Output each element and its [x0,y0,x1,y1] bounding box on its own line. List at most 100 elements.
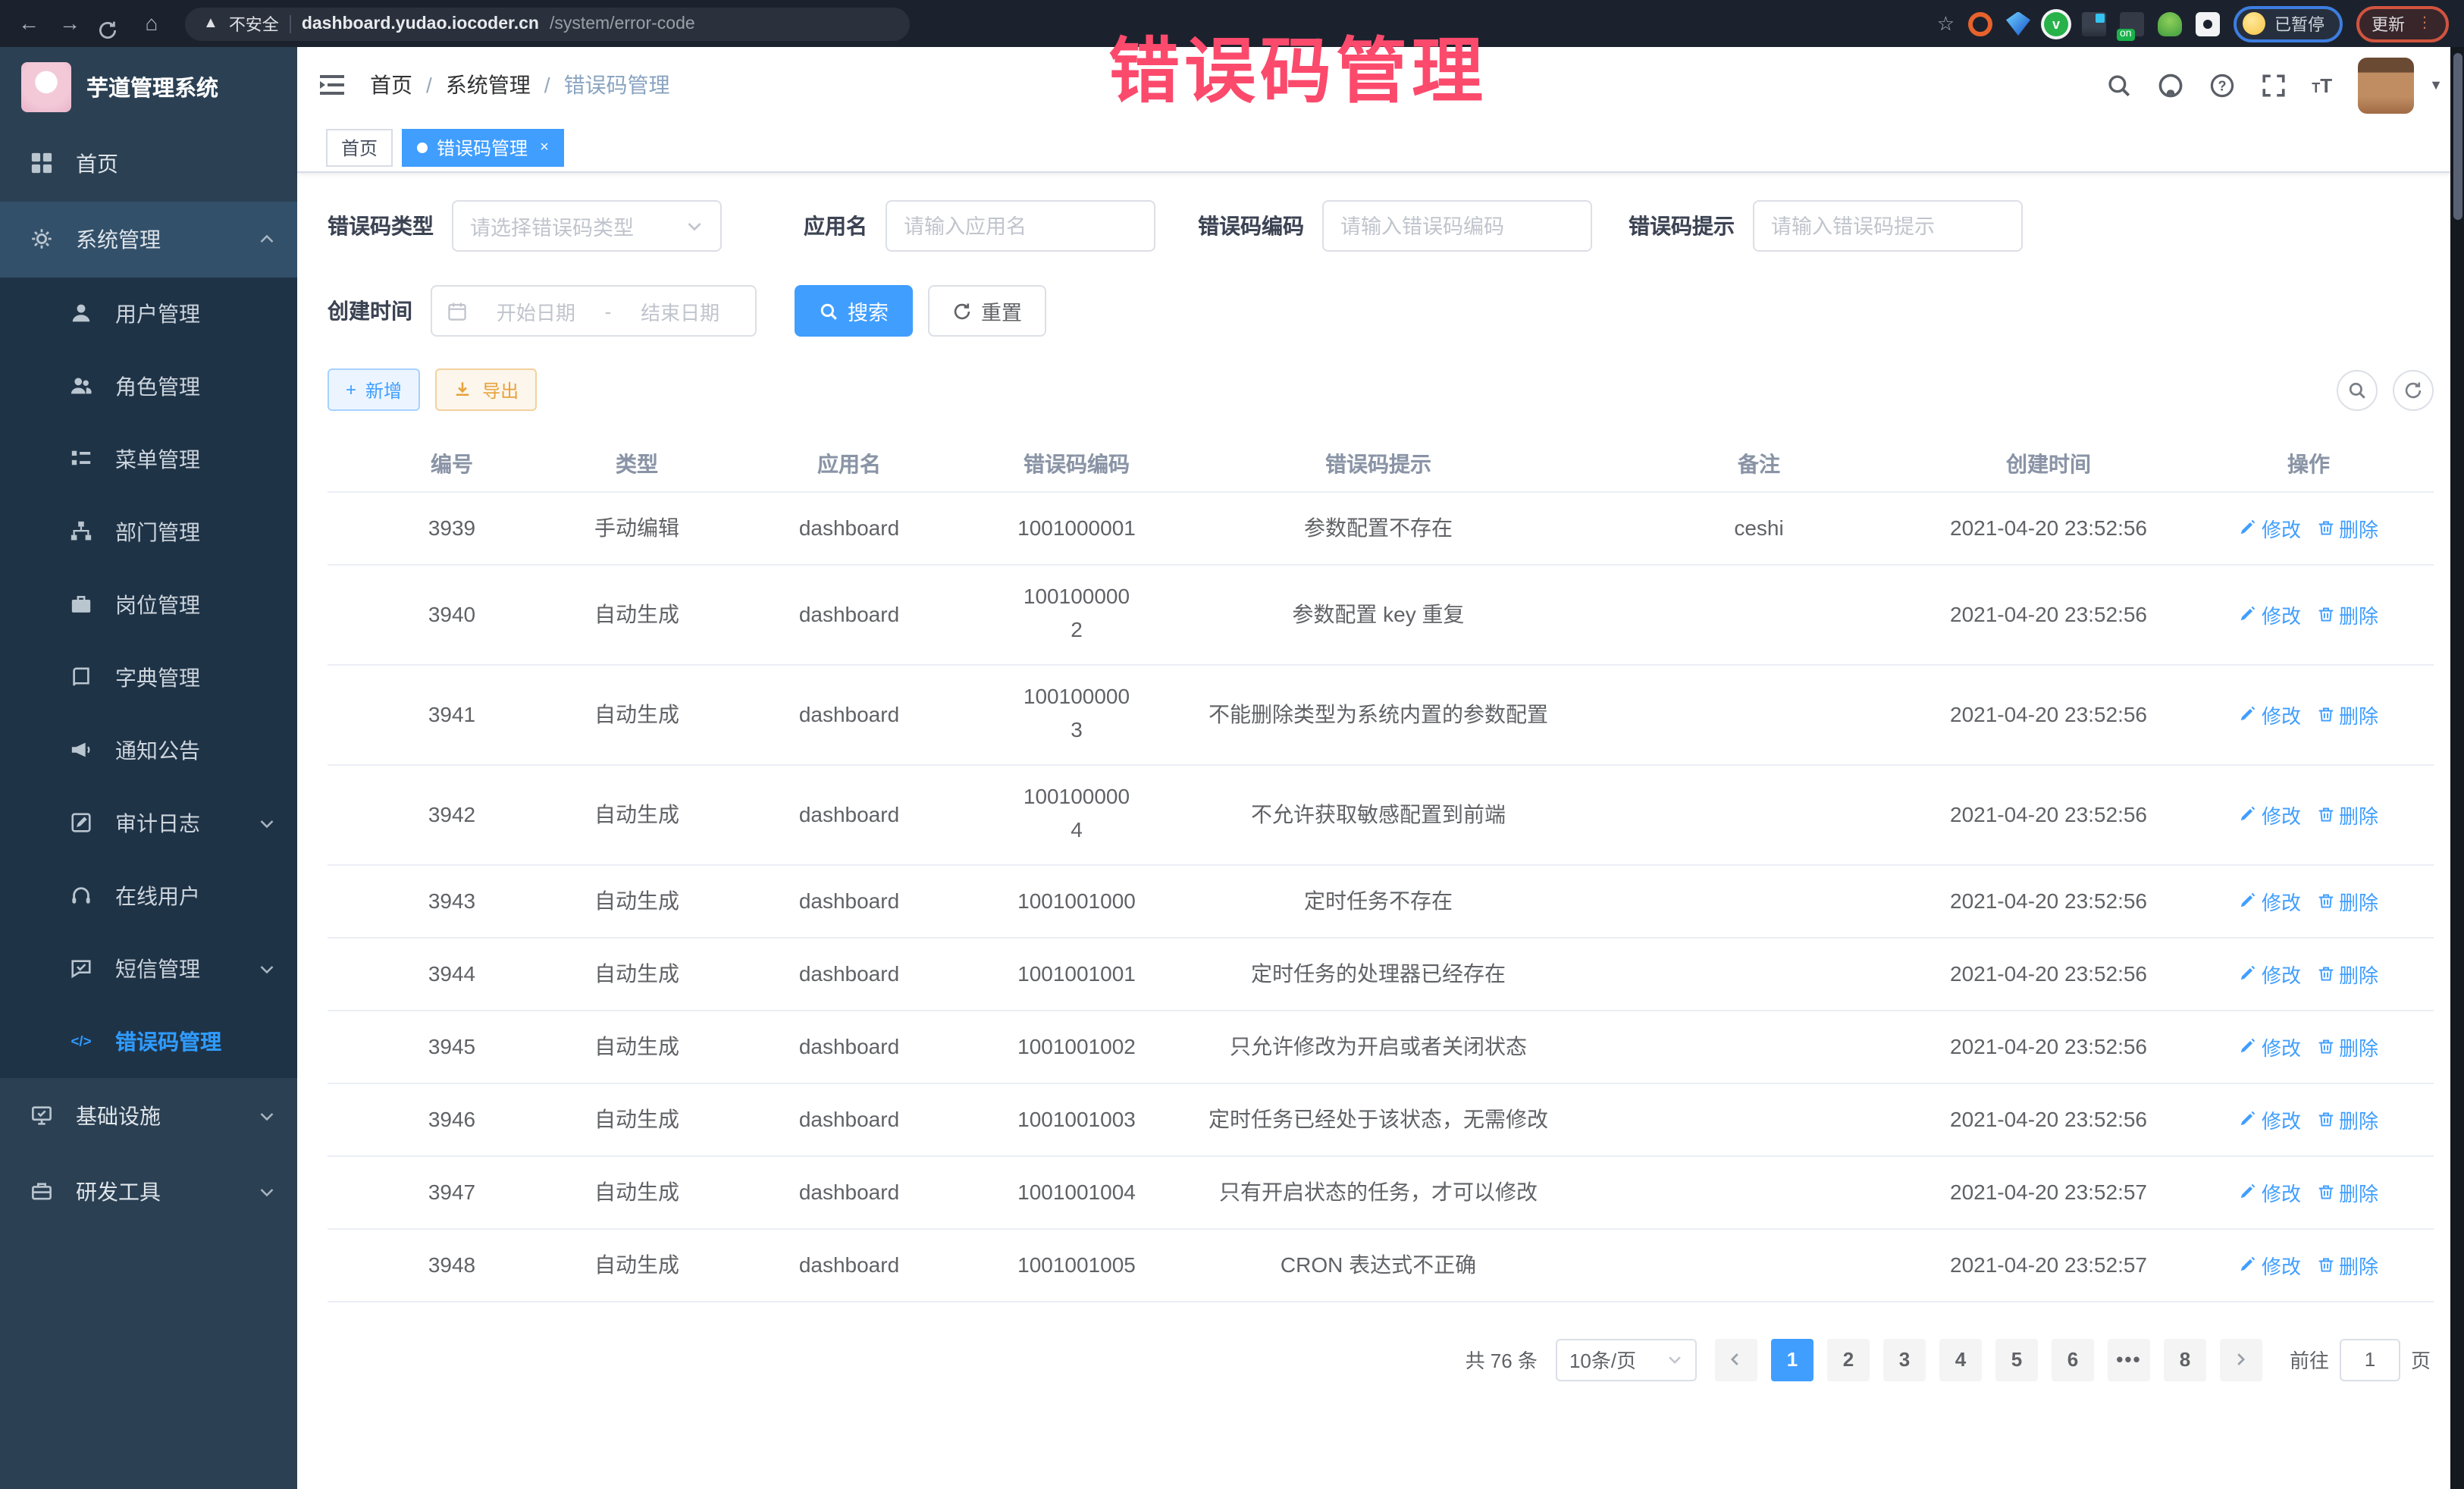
edit-link[interactable]: 修改 [2239,1177,2301,1206]
edit-link[interactable]: 修改 [2239,513,2301,542]
date-range-picker[interactable]: 开始日期 - 结束日期 [431,285,757,337]
search-icon[interactable] [2105,72,2131,98]
browser-menu-icon[interactable]: ⋮ [2417,15,2434,32]
sidebar-item-7[interactable]: 字典管理 [0,641,297,714]
cell-remark: ceshi [1604,491,1914,564]
delete-link[interactable]: 删除 [2316,700,2378,729]
page-button-3[interactable]: 3 [1883,1338,1926,1381]
delete-link[interactable]: 删除 [2316,1177,2378,1206]
edit-link[interactable]: 修改 [2239,800,2301,829]
delete-link[interactable]: 删除 [2316,959,2378,988]
sidebar-item-1[interactable]: 系统管理 [0,202,297,277]
page-button-8[interactable]: 8 [2164,1338,2206,1381]
sidebar-item-10[interactable]: 在线用户 [0,860,297,933]
browser-back-icon[interactable]: ← [15,0,42,47]
font-size-icon[interactable]: TT [2312,74,2332,96]
app-name-input[interactable] [904,215,1137,237]
browser-extension-icon[interactable] [2120,11,2144,36]
delete-link[interactable]: 删除 [2316,1250,2378,1279]
end-date-placeholder[interactable]: 结束日期 [620,296,740,325]
browser-extension-icon[interactable] [1968,11,1992,36]
scrollbar-thumb[interactable] [2453,53,2462,220]
delete-link[interactable]: 删除 [2316,600,2378,629]
cell-code: 1001001002 [1001,1010,1152,1083]
edit-link[interactable]: 修改 [2239,600,2301,629]
start-date-placeholder[interactable]: 开始日期 [476,296,596,325]
edit-link[interactable]: 修改 [2239,1250,2301,1279]
next-page-button[interactable] [2220,1338,2262,1381]
error-hint-input[interactable] [1771,215,2005,237]
sidebar-item-13[interactable]: 基础设施 [0,1078,297,1154]
hamburger-icon[interactable] [318,73,346,97]
page-button-2[interactable]: 2 [1827,1338,1870,1381]
app-logo[interactable]: 芋道管理系统 [0,47,297,126]
browser-reload-icon[interactable] [97,7,124,40]
tab-0[interactable]: 首页 [326,128,393,166]
chevron-down-icon [1666,1351,1683,1368]
sidebar-item-9[interactable]: 审计日志 [0,787,297,860]
search-button[interactable]: 搜索 [795,285,913,337]
delete-link[interactable]: 删除 [2316,886,2378,915]
extensions-puzzle-icon[interactable] [2196,11,2220,36]
error-code-input[interactable] [1340,215,1574,237]
bookmark-star-icon[interactable]: ☆ [1937,11,1955,36]
profile-paused-chip[interactable]: 已暂停 [2234,5,2343,42]
refresh-table-button[interactable] [2393,369,2434,410]
edit-link[interactable]: 修改 [2239,700,2301,729]
browser-forward-icon[interactable]: → [56,0,83,47]
user-avatar[interactable] [2358,57,2414,113]
delete-link[interactable]: 删除 [2316,1105,2378,1133]
edit-link[interactable]: 修改 [2239,1105,2301,1133]
sidebar-item-label: 用户管理 [115,299,276,329]
fullscreen-icon[interactable] [2260,72,2286,98]
delete-link[interactable]: 删除 [2316,513,2378,542]
sidebar-item-2[interactable]: 用户管理 [0,277,297,350]
sidebar-item-3[interactable]: 角色管理 [0,350,297,423]
error-type-select[interactable]: 请选择错误码类型 [452,200,722,252]
prev-page-button[interactable] [1715,1338,1757,1381]
browser-extension-icon[interactable] [2006,11,2030,36]
sidebar-item-12[interactable]: </>错误码管理 [0,1005,297,1078]
chevron-down-icon[interactable]: ▼ [2429,77,2443,92]
delete-link[interactable]: 删除 [2316,1032,2378,1061]
export-button[interactable]: 导出 [435,368,537,411]
address-bar[interactable]: ▲ 不安全 dashboard.yudao.iocoder.cn/system/… [185,7,910,40]
cell-actions: 修改删除 [2183,1083,2434,1155]
show-search-button[interactable] [2337,369,2378,410]
page-button-5[interactable]: 5 [1995,1338,2038,1381]
page-button-4[interactable]: 4 [1939,1338,1982,1381]
goto-page-input[interactable] [2340,1338,2400,1381]
window-scrollbar[interactable] [2450,47,2464,1489]
page-button-1[interactable]: 1 [1771,1338,1814,1381]
add-button[interactable]: + 新增 [328,368,420,411]
page-size-select[interactable]: 10条/页 [1556,1338,1697,1381]
sidebar-item-8[interactable]: 通知公告 [0,714,297,787]
browser-extension-icon[interactable] [2158,11,2182,36]
browser-home-icon[interactable]: ⌂ [138,0,165,47]
cell-time: 2021-04-20 23:52:57 [1914,1228,2183,1301]
edit-link[interactable]: 修改 [2239,959,2301,988]
sidebar-item-5[interactable]: 部门管理 [0,496,297,569]
breadcrumb-system[interactable]: 系统管理 [446,70,531,100]
delete-link[interactable]: 删除 [2316,800,2378,829]
help-icon[interactable]: ? [2209,72,2234,98]
more-pages-button[interactable]: ••• [2108,1338,2150,1381]
sidebar-item-0[interactable]: 首页 [0,126,297,202]
chevron-down-icon [258,814,276,832]
sidebar-item-4[interactable]: 菜单管理 [0,423,297,496]
reset-button[interactable]: 重置 [928,285,1046,337]
tab-1[interactable]: 错误码管理× [402,128,564,166]
browser-extension-icon[interactable] [2082,11,2106,36]
edit-link[interactable]: 修改 [2239,886,2301,915]
github-icon[interactable] [2157,72,2183,98]
close-icon[interactable]: × [540,139,549,155]
sidebar-item-11[interactable]: 短信管理 [0,933,297,1005]
cell-remark [1604,1228,1914,1301]
browser-extension-icon[interactable]: v [2044,11,2068,36]
sidebar-item-6[interactable]: 岗位管理 [0,569,297,641]
sidebar-item-14[interactable]: 研发工具 [0,1154,297,1230]
page-button-6[interactable]: 6 [2052,1338,2094,1381]
browser-update-button[interactable]: 更新 ⋮ [2356,5,2449,42]
breadcrumb-home[interactable]: 首页 [370,70,412,100]
edit-link[interactable]: 修改 [2239,1032,2301,1061]
